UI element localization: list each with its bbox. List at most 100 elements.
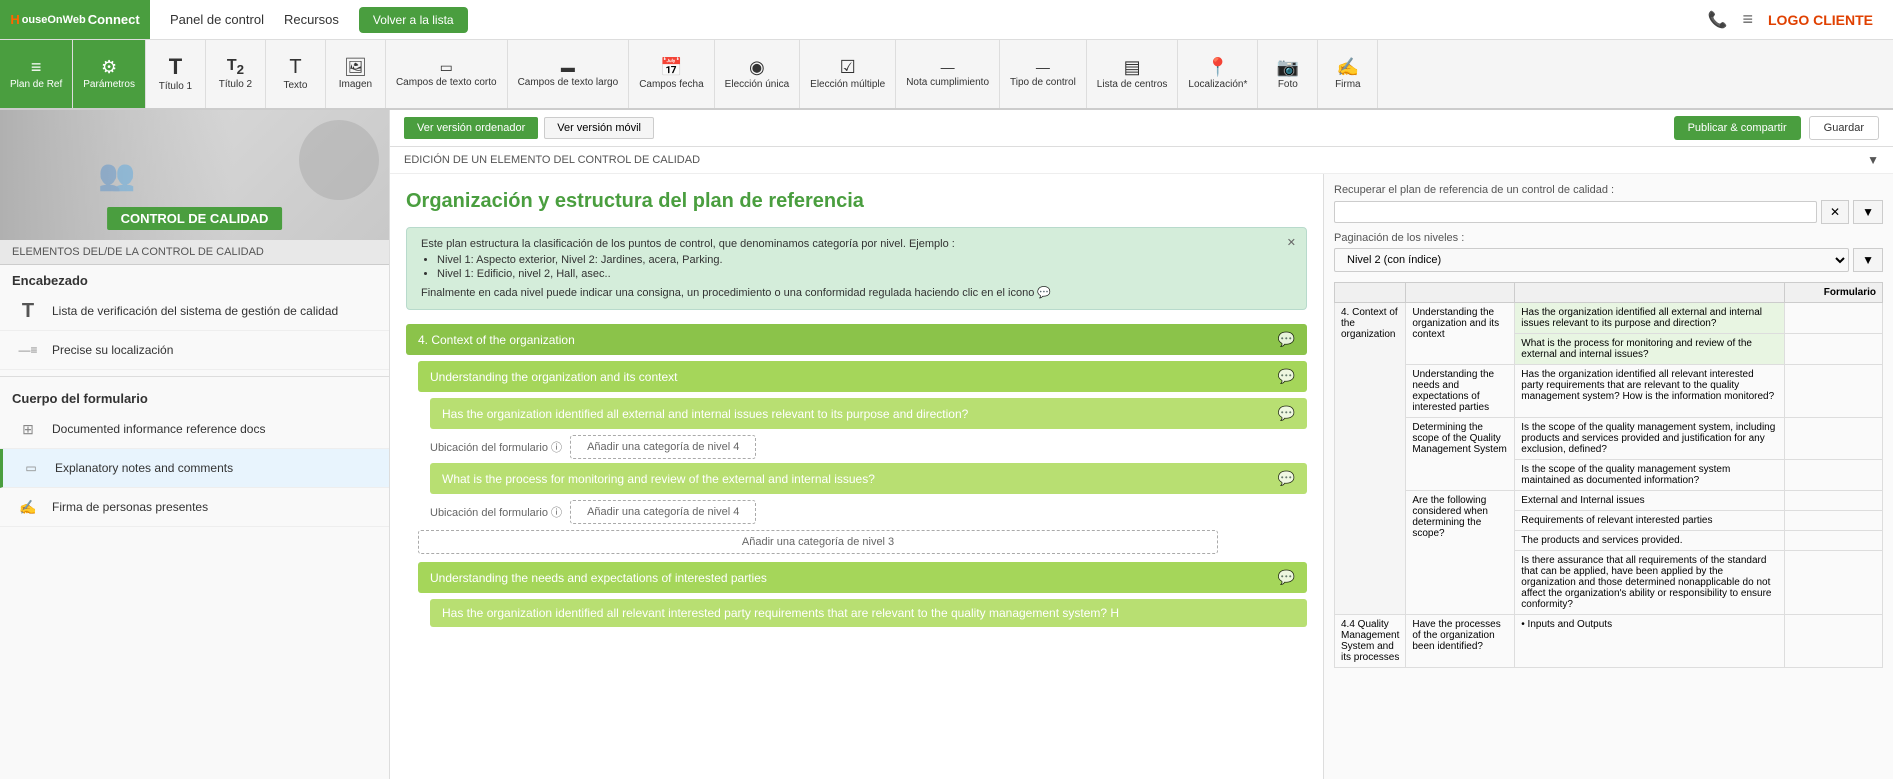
toolbar-foto[interactable]: 📷 Foto (1258, 40, 1318, 108)
category-level1[interactable]: 4. Context of the organization 💬 (406, 324, 1307, 355)
foto-label: Foto (1278, 79, 1298, 90)
recover-clear-btn[interactable]: ✕ (1821, 200, 1849, 224)
eleccion-multiple-icon: ☑ (840, 58, 856, 76)
editing-header-text: EDICIÓN DE UN ELEMENTO DEL CONTROL DE CA… (404, 154, 700, 166)
cell-understanding: Understanding the organization and its c… (1406, 303, 1515, 365)
save-button[interactable]: Guardar (1809, 116, 1879, 140)
cell-needs: Understanding the needs and expectations… (1406, 365, 1515, 418)
pagination-select[interactable]: Nivel 2 (con índice) (1334, 248, 1849, 272)
pagination-input-row: Nivel 2 (con índice) ▼ (1334, 248, 1883, 272)
editor-title: Organización y estructura del plan de re… (406, 190, 1307, 213)
nota-cumplimiento-label: Nota cumplimiento (906, 77, 989, 88)
cell-form2 (1785, 334, 1883, 365)
left-panel-header: ELEMENTOS DEL/DE LA CONTROL DE CALIDAD (0, 240, 389, 265)
pagination-expand-btn[interactable]: ▼ (1853, 248, 1883, 272)
connect-logo: H ouseOnWeb Connect (2, 8, 147, 31)
table-row: Are the following considered when determ… (1335, 491, 1883, 511)
form-item-notes[interactable]: ▭ Explanatory notes and comments (0, 449, 389, 488)
comment-icon-level3-1: 💬 (1278, 405, 1295, 422)
toolbar-plan-ref[interactable]: ≡ Plan de Ref (0, 40, 73, 108)
logo-area: H ouseOnWeb Connect (0, 0, 150, 39)
add-cat-level4-btn-2[interactable]: Añadir una categoría de nivel 4 (570, 500, 756, 524)
campos-texto-largo-icon: ▬ (561, 60, 575, 74)
form-item-title[interactable]: T Lista de verificación del sistema de g… (0, 292, 389, 331)
toolbar-parametros[interactable]: ⚙ Parámetros (73, 40, 146, 108)
location-icon: —≡ (14, 339, 42, 361)
add-cat-level3-btn[interactable]: Añadir una categoría de nivel 3 (418, 530, 1218, 554)
category-level3-3[interactable]: Has the organization identified all rele… (430, 599, 1307, 627)
collapse-icon[interactable]: ▼ (1867, 153, 1879, 167)
foto-icon: 📷 (1277, 58, 1299, 76)
back-button[interactable]: Volver a la lista (359, 7, 468, 33)
table-row: Understanding the needs and expectations… (1335, 365, 1883, 418)
comment-icon-level1: 💬 (1278, 331, 1295, 348)
cell-context: 4. Context of the organization (1335, 303, 1406, 615)
imagen-label: Imagen (339, 79, 372, 90)
toolbar-titulo2[interactable]: T2 Título 2 (206, 40, 266, 108)
titulo1-label: Título 1 (159, 81, 192, 92)
toolbar-lista-centros[interactable]: ▤ Lista de centros (1087, 40, 1179, 108)
toolbar-nota-cumplimiento[interactable]: — Nota cumplimiento (896, 40, 1000, 108)
ubicacion-row-1: Ubicación del formulario ⓘ Añadir una ca… (430, 435, 1307, 459)
lista-centros-icon: ▤ (1124, 58, 1141, 76)
titulo2-icon: T2 (227, 58, 244, 77)
info-box-text: Este plan estructura la clasificación de… (421, 238, 1292, 250)
recover-input-row: ✕ ▼ (1334, 200, 1883, 224)
form-item-location-text: Precise su localización (52, 343, 173, 357)
toolbar-tipo-control[interactable]: — Tipo de control (1000, 40, 1087, 108)
nav-recursos[interactable]: Recursos (284, 12, 339, 27)
form-item-ref-docs[interactable]: ⊞ Documented informance reference docs (0, 410, 389, 449)
toolbar-titulo1[interactable]: T Título 1 (146, 40, 206, 108)
toolbar-localizacion[interactable]: 📍 Localización* (1178, 40, 1258, 108)
category-level2-2[interactable]: Understanding the needs and expectations… (418, 562, 1307, 593)
ref-plan-panel: Recuperar el plan de referencia de un co… (1323, 174, 1893, 779)
version-buttons: Ver versión ordenador Ver versión móvil (404, 117, 654, 139)
recover-input[interactable] (1334, 201, 1817, 223)
cell-q8: The products and services provided. (1515, 531, 1785, 551)
notes-icon: ▭ (17, 457, 45, 479)
form-item-notes-text: Explanatory notes and comments (55, 461, 233, 475)
category-level3-1[interactable]: Has the organization identified all exte… (430, 398, 1307, 429)
cell-q2: What is the process for monitoring and r… (1515, 334, 1785, 365)
add-cat-level4-btn-1[interactable]: Añadir una categoría de nivel 4 (570, 435, 756, 459)
toolbar-eleccion-unica[interactable]: ◉ Elección única (715, 40, 800, 108)
cell-processes: Have the processes of the organization b… (1406, 615, 1515, 668)
toolbar-firma[interactable]: ✍ Firma (1318, 40, 1378, 108)
localizacion-icon: 📍 (1207, 58, 1229, 76)
info-bullet-1: Nivel 1: Aspecto exterior, Nivel 2: Jard… (437, 254, 1292, 266)
ref-table-col3 (1515, 283, 1785, 303)
banner-title: CONTROL DE CALIDAD (107, 207, 283, 230)
category-level2-1[interactable]: Understanding the organization and its c… (418, 361, 1307, 392)
version-movil-btn[interactable]: Ver versión móvil (544, 117, 654, 139)
info-box-close[interactable]: ✕ (1287, 236, 1296, 249)
cell-q10: • Inputs and Outputs (1515, 615, 1785, 668)
toolbar-texto[interactable]: T Texto (266, 40, 326, 108)
toolbar-imagen[interactable]: 🖼 Imagen (326, 40, 386, 108)
publish-button[interactable]: Publicar & compartir (1674, 116, 1801, 140)
version-ordenador-btn[interactable]: Ver versión ordenador (404, 117, 538, 139)
top-navigation: H ouseOnWeb Connect Panel de control Rec… (0, 0, 1893, 40)
pagination-label: Paginación de los niveles : (1334, 232, 1883, 244)
right-top-bar: Ver versión ordenador Ver versión móvil … (390, 110, 1893, 147)
main-layout: 👥 CONTROL DE CALIDAD ELEMENTOS DEL/DE LA… (0, 110, 1893, 779)
ubicacion-label-1: Ubicación del formulario ⓘ (430, 439, 562, 455)
hamburger-icon[interactable]: ≡ (1742, 9, 1753, 30)
section-encabezado: Encabezado (0, 265, 389, 292)
phone-icon[interactable]: 📞 (1708, 10, 1728, 30)
cell-form1 (1785, 303, 1883, 334)
firma-icon: ✍ (1337, 58, 1359, 76)
recover-expand-btn[interactable]: ▼ (1853, 200, 1883, 224)
form-item-location[interactable]: —≡ Precise su localización (0, 331, 389, 370)
editing-header: EDICIÓN DE UN ELEMENTO DEL CONTROL DE CA… (390, 147, 1893, 174)
banner-area: 👥 CONTROL DE CALIDAD (0, 110, 389, 240)
toolbar-campos-texto-largo[interactable]: ▬ Campos de texto largo (508, 40, 630, 108)
nav-panel-control[interactable]: Panel de control (170, 12, 264, 27)
form-item-signature[interactable]: ✍ Firma de personas presentes (0, 488, 389, 527)
toolbar-campos-texto-corto[interactable]: ▭ Campos de texto corto (386, 40, 508, 108)
ref-table-col2 (1406, 283, 1515, 303)
category-level3-2[interactable]: What is the process for monitoring and r… (430, 463, 1307, 494)
toolbar-eleccion-multiple[interactable]: ☑ Elección múltiple (800, 40, 896, 108)
table-row: 4.4 Quality Management System and its pr… (1335, 615, 1883, 668)
form-item-ref-docs-text: Documented informance reference docs (52, 422, 265, 436)
toolbar-campos-fecha[interactable]: 📅 Campos fecha (629, 40, 714, 108)
